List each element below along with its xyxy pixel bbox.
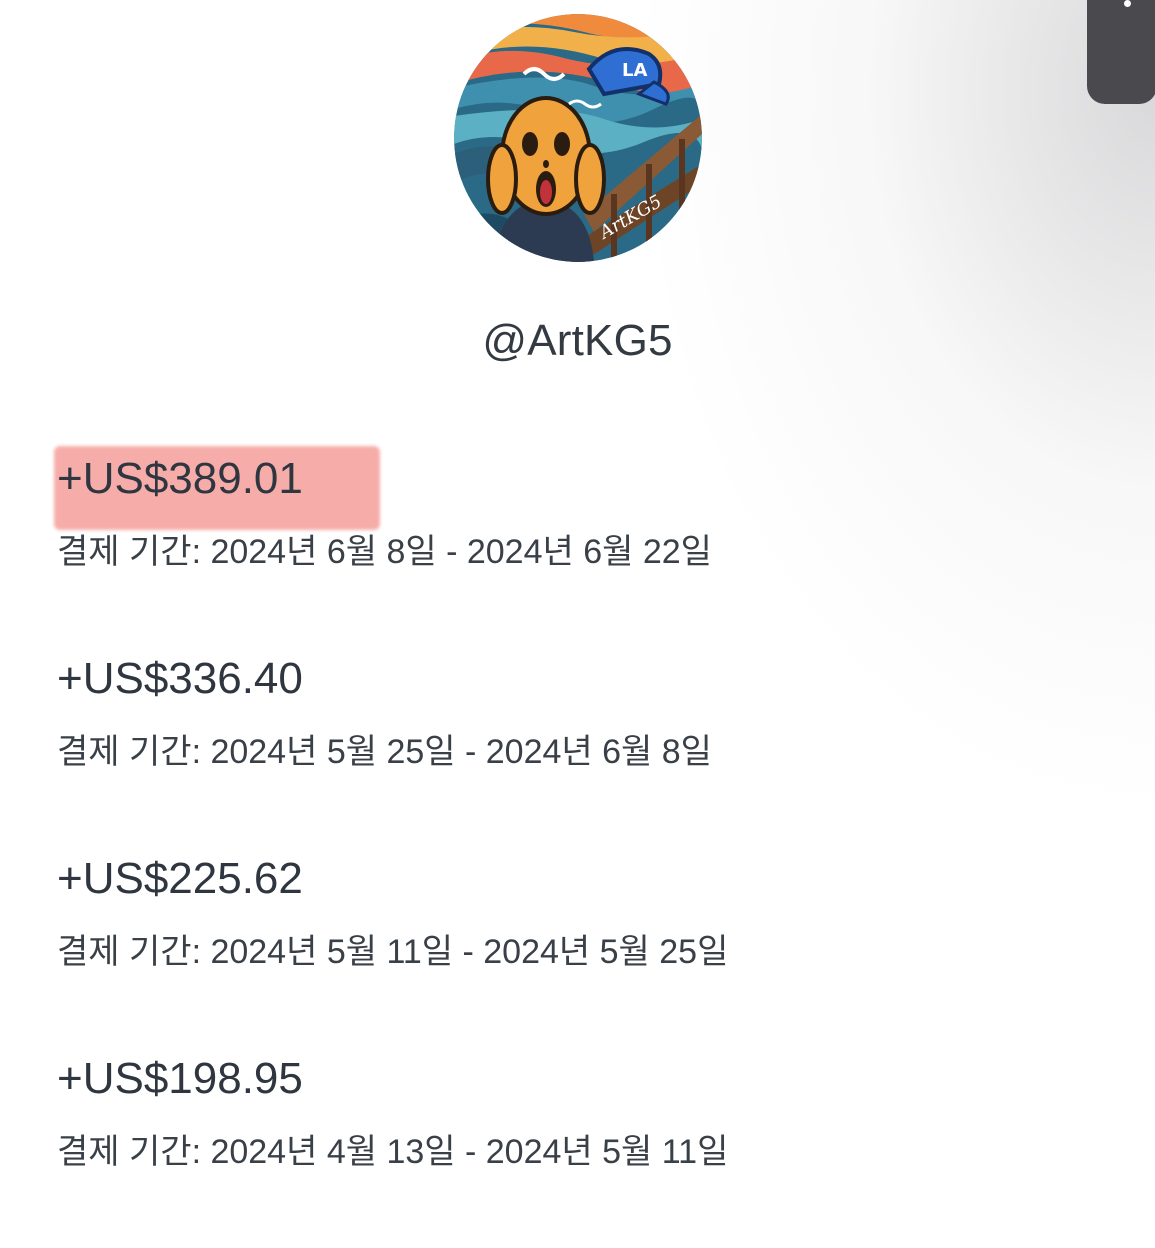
payout-period: 결제 기간: 2024년 5월 11일 - 2024년 5월 25일 [57,933,729,971]
payout-period: 결제 기간: 2024년 6월 8일 - 2024년 6월 22일 [57,533,712,571]
avatar[interactable]: LA ArtKG5 [454,14,702,262]
payout-item: +US$198.95 결제 기간: 2024년 4월 13일 - 2024년 5… [57,1048,1057,1248]
payout-list: +US$389.01 결제 기간: 2024년 6월 8일 - 2024년 6월… [54,446,1057,1248]
payout-item: +US$389.01 결제 기간: 2024년 6월 8일 - 2024년 6월… [54,446,1057,648]
payout-amount-label: +US$225.62 [57,854,303,903]
payout-period: 결제 기간: 2024년 5월 25일 - 2024년 6월 8일 [57,733,712,771]
payout-amount: +US$336.40 [57,648,303,710]
profile-handle: @ArtKG5 [482,316,673,365]
payout-amount-label: +US$198.95 [57,1054,303,1103]
menu-dot-icon [1124,0,1131,7]
payout-amount-label: +US$336.40 [57,654,303,703]
payout-item: +US$336.40 결제 기간: 2024년 5월 25일 - 2024년 6… [57,648,1057,848]
overlay-button[interactable] [1087,0,1155,104]
payout-amount-label: +US$389.01 [57,454,303,503]
payout-period: 결제 기간: 2024년 4월 13일 - 2024년 5월 11일 [57,1133,729,1171]
payout-amount: +US$389.01 [54,446,380,530]
payout-amount: +US$198.95 [57,1048,303,1110]
svg-text:LA: LA [622,60,647,81]
payout-item: +US$225.62 결제 기간: 2024년 5월 11일 - 2024년 5… [57,848,1057,1048]
scream-painting-avatar-icon: LA ArtKG5 [454,14,702,262]
payout-amount: +US$225.62 [57,848,303,910]
